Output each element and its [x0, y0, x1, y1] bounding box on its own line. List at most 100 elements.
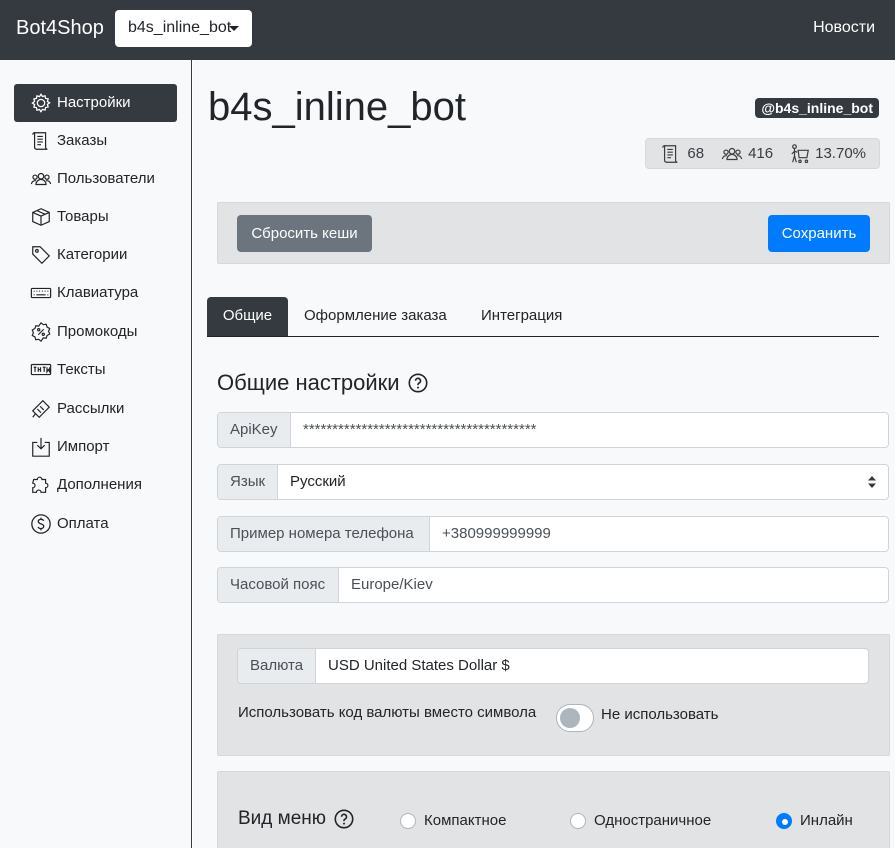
conversion-rate: 13.70%: [815, 145, 866, 162]
sidebar-item-label: Категории: [57, 246, 128, 263]
orders-count: 68: [687, 145, 705, 162]
import-icon: [32, 437, 50, 457]
timezone-value: Europe/Kiev: [351, 576, 433, 593]
text-icon: [30, 363, 52, 376]
page-title: b4s_inline_bot: [208, 85, 466, 129]
puzzle-icon: [31, 476, 49, 493]
menu-view-option-compact[interactable]: Компактное: [400, 812, 506, 829]
sidebar-item-import[interactable]: Импорт: [14, 428, 177, 466]
settings-tabs: Общие Оформление заказа Интеграция: [207, 296, 879, 337]
sidebar-item-products[interactable]: Товары: [14, 198, 177, 236]
currency-field[interactable]: Валюта USD United States Dollar $: [237, 648, 869, 684]
tag-icon: [32, 246, 51, 265]
sidebar-item-label: Тексты: [57, 361, 106, 378]
sidebar-item-mailings[interactable]: Рассылки: [14, 390, 177, 428]
radio-button[interactable]: [400, 812, 416, 829]
users-icon: [721, 147, 743, 160]
scroll-icon: [32, 132, 48, 150]
sidebar-item-payment[interactable]: Оплата: [14, 505, 177, 543]
sidebar: Настройки Заказы Пользователи Товары Кат…: [0, 60, 192, 848]
radio-button[interactable]: [570, 812, 586, 829]
sidebar-item-categories[interactable]: Категории: [14, 236, 177, 274]
sidebar-item-label: Товары: [57, 208, 109, 225]
stats-bar: 68 416 13.70%: [645, 138, 880, 169]
radio-label: Одностраничное: [594, 812, 712, 829]
users-count: 416: [748, 145, 774, 162]
currency-code-toggle[interactable]: [556, 704, 594, 732]
currency-label: Валюта: [238, 649, 316, 683]
apikey-field[interactable]: ApiKey *********************************…: [217, 412, 889, 448]
tab-checkout[interactable]: Оформление заказа: [304, 297, 447, 336]
sidebar-item-addons[interactable]: Дополнения: [14, 466, 177, 504]
brand-logo[interactable]: Bot4Shop: [16, 17, 104, 40]
sidebar-item-label: Настройки: [57, 94, 131, 111]
menu-view-option-onepage[interactable]: Одностраничное: [570, 812, 711, 829]
top-navbar: Bot4Shop b4s_inline_bot Новости: [0, 0, 895, 60]
timezone-field[interactable]: Часовой пояс Europe/Kiev: [217, 567, 889, 603]
toggle-knob: [560, 708, 580, 728]
bot-selector-value: b4s_inline_bot: [128, 19, 232, 36]
sidebar-item-texts[interactable]: Тексты: [14, 351, 177, 389]
shopper-cart-icon: [791, 143, 810, 163]
currency-code-toggle-label: Использовать код валюты вместо символа: [238, 704, 537, 721]
percent-badge-icon: [31, 321, 51, 343]
sidebar-item-label: Пользователи: [57, 170, 155, 187]
sidebar-item-label: Промокоды: [57, 323, 138, 340]
section-title-text: Общие настройки: [217, 370, 400, 395]
radio-button-selected[interactable]: [776, 812, 792, 829]
reset-cache-button[interactable]: Сбросить кеши: [237, 215, 372, 252]
language-select[interactable]: Язык Русский: [217, 464, 889, 500]
main-content: b4s_inline_bot @b4s_inline_bot 68 416 13…: [193, 60, 895, 848]
menu-view-title: Вид меню: [238, 808, 354, 830]
currency-value: USD United States Dollar $: [328, 657, 510, 674]
section-title: Общие настройки: [217, 370, 428, 396]
apikey-value: ****************************************: [303, 421, 537, 438]
sidebar-item-users[interactable]: Пользователи: [14, 160, 177, 198]
sidebar-item-label: Оплата: [57, 515, 109, 532]
users-stat: 416: [720, 143, 773, 165]
box-icon: [32, 208, 50, 226]
radio-label: Инлайн: [800, 812, 853, 829]
users-icon: [30, 172, 52, 186]
actions-toolbar: Сбросить кеши Сохранить: [217, 202, 890, 264]
menu-view-panel: Вид меню Компактное Одностраничное Инлай…: [217, 771, 890, 848]
gear-icon: [31, 93, 51, 113]
megaphone-icon: [31, 399, 51, 419]
phone-example-label: Пример номера телефона: [218, 517, 430, 551]
select-arrows-icon: [868, 476, 876, 488]
timezone-label: Часовой пояс: [218, 568, 339, 602]
scroll-icon: [662, 144, 678, 163]
help-icon[interactable]: [408, 373, 428, 393]
sidebar-item-settings[interactable]: Настройки: [14, 84, 177, 122]
keyboard-icon: [30, 287, 52, 299]
sidebar-item-label: Рассылки: [57, 400, 125, 417]
caret-down-icon: [229, 26, 239, 31]
apikey-label: ApiKey: [218, 413, 291, 447]
phone-example-value: +380999999999: [442, 525, 551, 542]
sidebar-item-label: Дополнения: [57, 476, 142, 493]
currency-code-toggle-state: Не использовать: [601, 706, 719, 723]
help-icon[interactable]: [334, 809, 354, 829]
language-label: Язык: [218, 465, 278, 499]
sidebar-item-label: Заказы: [57, 132, 108, 149]
menu-view-title-text: Вид меню: [238, 808, 327, 829]
phone-example-field[interactable]: Пример номера телефона +380999999999: [217, 516, 889, 552]
sidebar-item-promocodes[interactable]: Промокоды: [14, 313, 177, 351]
currency-panel: Валюта USD United States Dollar $ Исполь…: [217, 634, 890, 756]
sidebar-item-label: Клавиатура: [57, 284, 139, 301]
menu-view-option-inline[interactable]: Инлайн: [776, 812, 853, 829]
bot-handle-badge[interactable]: @b4s_inline_bot: [755, 98, 879, 118]
orders-stat: 68: [659, 143, 704, 165]
bot-selector-dropdown[interactable]: b4s_inline_bot: [115, 10, 252, 47]
save-button[interactable]: Сохранить: [768, 215, 870, 252]
news-link[interactable]: Новости: [813, 19, 875, 37]
sidebar-item-keyboard[interactable]: Клавиатура: [14, 274, 177, 312]
conversion-stat: 13.70%: [789, 143, 866, 165]
radio-label: Компактное: [424, 812, 507, 829]
tab-general[interactable]: Общие: [207, 297, 288, 336]
tab-integration[interactable]: Интеграция: [481, 297, 562, 336]
sidebar-item-label: Импорт: [57, 438, 110, 455]
dollar-icon: [31, 514, 51, 534]
language-value: Русский: [290, 473, 346, 490]
sidebar-item-orders[interactable]: Заказы: [14, 122, 177, 160]
